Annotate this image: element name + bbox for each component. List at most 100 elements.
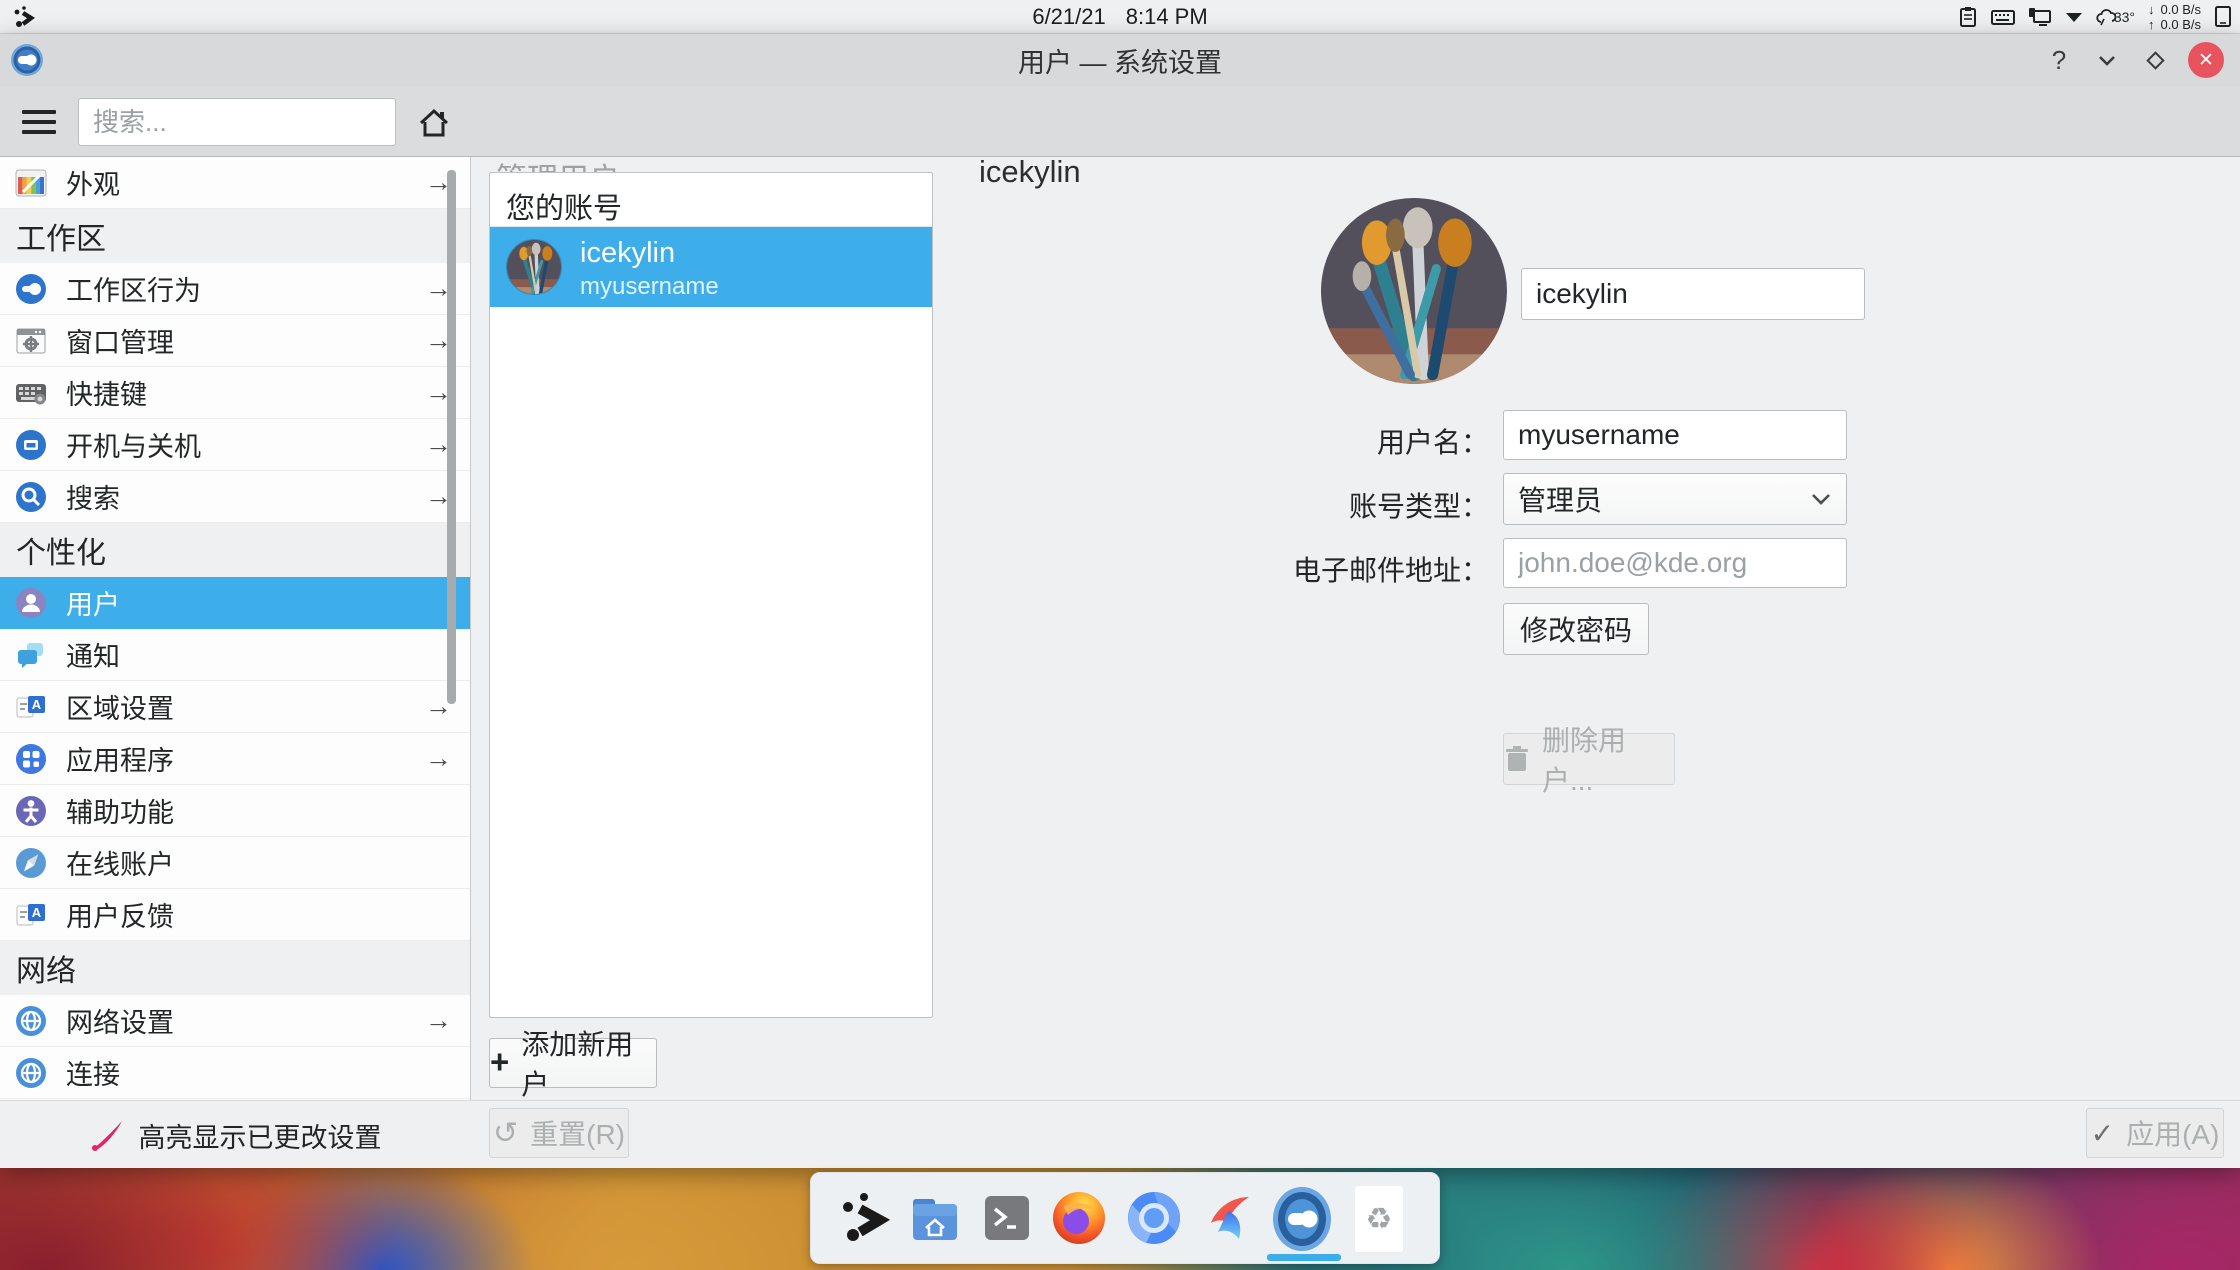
plus-icon: + [490,1043,509,1081]
account-name: icekylin [580,237,675,270]
sidebar-item-search[interactable]: 搜索 → [0,471,470,523]
system-tray: 33° ↓0.0 B/s ↑0.0 B/s [1958,0,2232,34]
account-avatar [506,239,562,295]
up-speed-label: 0.0 B/s [2161,17,2201,32]
display-device-icon[interactable] [2028,7,2052,27]
device-tray-icon[interactable] [2214,5,2232,29]
dock: ♻ [810,1172,1440,1264]
sidebar-item-startup-shutdown[interactable]: 开机与关机 → [0,419,470,471]
weather-icon[interactable]: 33° [2096,7,2135,27]
section-label: 网络 [16,946,76,990]
change-password-button[interactable]: 修改密码 [1503,603,1649,655]
window-controls: ? ✕ [2044,34,2224,86]
maximize-button[interactable] [2140,45,2170,75]
sidebar-item-label: 窗口管理 [66,321,425,360]
sidebar-item-label: 搜索 [66,477,425,516]
launcher-icon[interactable] [836,1189,894,1247]
applications-icon [14,742,48,776]
realname-input[interactable] [1521,268,1865,320]
brush-icon [89,1119,125,1151]
workspace-behavior-icon [14,272,48,306]
account-type-value: 管理员 [1518,479,1602,519]
delete-user-button[interactable]: 删除用户... [1503,733,1675,785]
sidebar-item-label: 网络设置 [66,1001,425,1040]
connections-icon [14,1056,48,1090]
tray-expander-icon[interactable] [2065,11,2083,23]
users-icon [14,586,48,620]
add-user-label: 添加新用户 [521,1023,656,1103]
system-settings-window: 用户 — 系统设置 ? ✕ 管理用户 icekylin 外观 → 工作区 工作区… [0,34,2240,1168]
sidebar-item-label: 外观 [66,163,425,202]
mail-swoosh-icon[interactable] [1199,1189,1257,1247]
accounts-list-title: 您的账号 [506,185,622,227]
system-settings-icon[interactable] [1271,1186,1329,1244]
add-user-button[interactable]: + 添加新用户 [489,1038,657,1088]
terminal-icon[interactable] [978,1189,1036,1247]
firefox-icon[interactable] [1050,1189,1108,1247]
user-avatar-button[interactable] [1321,198,1507,384]
sidebar-item-label: 区域设置 [66,687,425,726]
menu-button[interactable] [22,105,58,139]
sidebar-item-regional-settings[interactable]: A 区域设置 → [0,681,470,733]
chevron-down-icon [1810,492,1832,506]
trash-dock-icon[interactable]: ♻ [1355,1186,1403,1252]
sidebar-item-label: 在线账户 [66,843,470,882]
search-input[interactable] [78,98,396,146]
sidebar-item-applications[interactable]: 应用程序 → [0,733,470,785]
sidebar-item-label: 用户反馈 [66,895,470,934]
sidebar-item-users[interactable]: 用户 [0,577,470,629]
svg-text:A: A [32,905,42,920]
keyboard-layout-icon[interactable] [1991,8,2015,26]
sidebar-item-shortcuts[interactable]: 快捷键 → [0,367,470,419]
sidebar-item-connections[interactable]: 连接 [0,1047,470,1099]
close-button[interactable]: ✕ [2188,42,2224,78]
account-list-item[interactable]: icekylin myusername [490,227,932,307]
username-input[interactable] [1503,410,1847,460]
down-speed-label: 0.0 B/s [2161,2,2201,17]
header-band: 管理用户 icekylin [0,86,2240,157]
arrow-right-icon: → [425,1005,452,1036]
delete-user-label: 删除用户... [1542,719,1674,799]
active-indicator [1267,1254,1341,1261]
file-manager-icon[interactable] [906,1189,964,1247]
up-arrow-icon: ↑ [2148,17,2155,32]
accessibility-icon [14,794,48,828]
sidebar-item-network-settings[interactable]: 网络设置 → [0,995,470,1047]
home-button[interactable] [414,104,454,142]
network-speed[interactable]: ↓0.0 B/s ↑0.0 B/s [2148,2,2201,32]
window-bottom-bar: 高亮显示已更改设置 ↺ 重置(R) ✓ 应用(A) [0,1100,2240,1168]
email-input[interactable] [1503,538,1847,588]
reset-label: 重置(R) [530,1113,625,1153]
clipboard-icon[interactable] [1958,6,1978,28]
trash-icon [1504,745,1530,773]
section-label: 个性化 [16,528,106,572]
account-type-select[interactable]: 管理员 [1503,473,1847,525]
sidebar-item-workspace-behavior[interactable]: 工作区行为 → [0,263,470,315]
apply-button[interactable]: ✓ 应用(A) [2086,1108,2224,1158]
appearance-icon [14,166,48,200]
sidebar-item-label: 工作区行为 [66,269,425,308]
sidebar-item-notifications[interactable]: 通知 [0,629,470,681]
sidebar-item-online-accounts[interactable]: 在线账户 [0,837,470,889]
chromium-icon[interactable] [1125,1189,1183,1247]
window-management-icon [14,324,48,358]
clock[interactable]: 6/21/21 8:14 PM [0,0,2240,34]
highlight-changed-settings-label: 高亮显示已更改设置 [139,1116,382,1155]
network-settings-icon [14,1004,48,1038]
sidebar-item-label: 开机与关机 [66,425,425,464]
section-label: 工作区 [16,214,106,258]
sidebar-scrollbar[interactable] [447,170,456,704]
sidebar-item-appearance[interactable]: 外观 → [0,157,470,209]
sidebar-item-window-management[interactable]: 窗口管理 → [0,315,470,367]
apply-label: 应用(A) [2126,1113,2219,1153]
undo-icon: ↺ [493,1116,518,1151]
notifications-icon [14,638,48,672]
sidebar-item-user-feedback[interactable]: A 用户反馈 [0,889,470,941]
sidebar-item-label: 辅助功能 [66,791,470,830]
window-titlebar[interactable]: 用户 — 系统设置 ? ✕ [0,34,2240,86]
reset-button[interactable]: ↺ 重置(R) [489,1108,629,1158]
minimize-button[interactable] [2092,45,2122,75]
highlight-changed-settings-toggle[interactable]: 高亮显示已更改设置 [0,1101,470,1169]
help-button[interactable]: ? [2044,45,2074,75]
sidebar-item-accessibility[interactable]: 辅助功能 [0,785,470,837]
